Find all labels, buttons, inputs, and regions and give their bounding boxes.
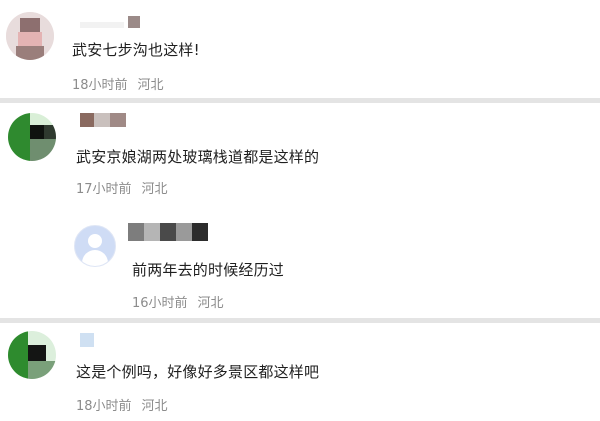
comment-location: 河北 xyxy=(141,182,168,197)
reply-time: 16小时前 xyxy=(132,296,188,311)
username-pixel xyxy=(176,223,192,241)
avatar-pixel xyxy=(30,125,44,139)
default-avatar-icon[interactable] xyxy=(74,225,116,267)
comment-card: 这是个例吗，好像好多景区都这样吧 18小时前 河北 xyxy=(0,323,600,421)
avatar-pixel xyxy=(16,46,44,60)
username-pixel xyxy=(128,16,140,28)
avatar-pixel xyxy=(28,345,46,361)
comment-location: 河北 xyxy=(137,78,164,93)
username-pixel xyxy=(80,22,124,28)
username-obscured[interactable] xyxy=(80,333,100,347)
avatar[interactable] xyxy=(8,331,56,379)
comment-text: 这是个例吗，好像好多景区都这样吧 xyxy=(76,363,320,381)
comment-time: 18小时前 xyxy=(72,78,128,93)
username-pixel xyxy=(160,223,176,241)
comment-card: 武安七步沟也这样! 18小时前 河北 xyxy=(0,0,600,98)
comment-text: 武安七步沟也这样! xyxy=(72,41,200,59)
comment-time: 18小时前 xyxy=(76,399,132,414)
username-pixel xyxy=(128,223,144,241)
username-pixel xyxy=(144,223,160,241)
avatar-pixel xyxy=(30,139,56,161)
reply-text: 前两年去的时候经历过 xyxy=(132,261,285,279)
avatar[interactable] xyxy=(6,12,54,60)
reply-location: 河北 xyxy=(197,296,224,311)
comment-card: 武安京娘湖两处玻璃栈道都是这样的 17小时前 河北 前两年去的时候经历过 16小时… xyxy=(0,103,600,318)
comment-time: 17小时前 xyxy=(76,182,132,197)
reply-meta: 16小时前 河北 xyxy=(132,292,224,311)
username-pixel xyxy=(80,113,94,127)
comment-meta: 18小时前 河北 xyxy=(76,395,168,414)
comment-location: 河北 xyxy=(141,399,168,414)
comment-text: 武安京娘湖两处玻璃栈道都是这样的 xyxy=(76,148,320,166)
username-obscured[interactable] xyxy=(80,16,140,30)
username-pixel xyxy=(192,223,208,241)
username-obscured[interactable] xyxy=(80,113,140,127)
avatar[interactable] xyxy=(8,113,56,161)
comment-meta: 18小时前 河北 xyxy=(72,74,164,93)
comment-meta: 17小时前 河北 xyxy=(76,178,168,197)
avatar-pixel xyxy=(44,125,56,139)
username-pixel xyxy=(94,113,110,127)
reply-username-obscured[interactable] xyxy=(128,223,208,241)
username-pixel xyxy=(110,113,126,127)
avatar-pixel xyxy=(8,113,30,161)
username-pixel xyxy=(80,333,94,347)
avatar-pixel xyxy=(28,361,56,379)
avatar-pixel xyxy=(8,331,28,379)
